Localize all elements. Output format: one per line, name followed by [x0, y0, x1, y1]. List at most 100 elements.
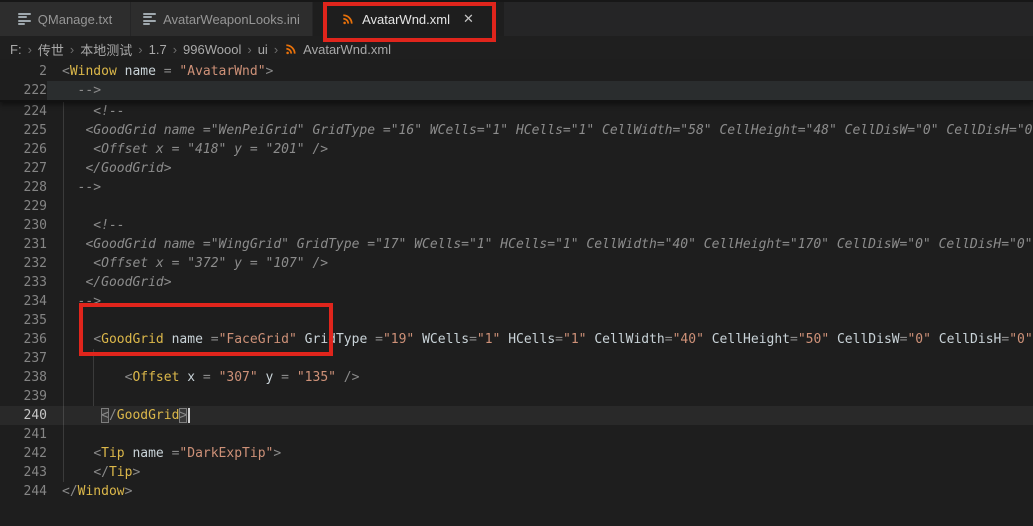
code-token: HCells — [508, 332, 555, 347]
comment-text: <Offset x = "418" y = "201" /> — [62, 142, 328, 157]
comment-text: --> — [62, 83, 101, 98]
line-number: 235 — [0, 311, 47, 330]
code-editor[interactable]: 2<Window name = "AvatarWnd">222 --> 224 … — [0, 62, 1033, 501]
tab-qmanage-txt[interactable]: QManage.txt — [0, 2, 131, 36]
code-token — [62, 465, 93, 480]
breadcrumb-item[interactable]: F: — [10, 42, 22, 57]
code-line-235: 235 — [0, 311, 1033, 330]
line-content[interactable]: --> — [47, 178, 1033, 197]
code-token: = — [367, 332, 383, 347]
breadcrumb-item[interactable]: 996Woool — [183, 42, 241, 57]
code-token: > — [132, 465, 140, 480]
line-number: 236 — [0, 330, 47, 349]
line-content[interactable]: <!-- — [47, 216, 1033, 235]
text-file-icon — [143, 13, 156, 25]
comment-text: <!-- — [62, 218, 125, 233]
code-token: "0" — [1009, 332, 1032, 347]
line-content[interactable]: <GoodGrid name ="WingGrid" GridType ="17… — [47, 235, 1033, 254]
chevron-right-icon: › — [27, 42, 33, 57]
code-token — [258, 370, 266, 385]
code-line-232: 232 <Offset x = "372" y = "107" /> — [0, 254, 1033, 273]
code-token: / — [109, 408, 117, 423]
line-content[interactable]: <Tip name ="DarkExpTip"> — [47, 444, 1033, 463]
breadcrumb-item-label: 本地测试 — [80, 43, 132, 58]
line-number: 237 — [0, 349, 47, 368]
breadcrumb-item[interactable]: 本地测试 — [80, 40, 132, 59]
line-content[interactable] — [47, 311, 1033, 330]
code-token — [931, 332, 939, 347]
code-line-231: 231 <GoodGrid name ="WingGrid" GridType … — [0, 235, 1033, 254]
breadcrumb: F:›传世›本地测试›1.7›996Woool›ui›AvatarWnd.xml — [0, 36, 1033, 62]
bracket-match: > — [179, 408, 187, 423]
code-token — [414, 332, 422, 347]
code-line-239: 239 — [0, 387, 1033, 406]
code-token — [704, 332, 712, 347]
line-number: 231 — [0, 235, 47, 254]
close-icon[interactable]: ✕ — [461, 11, 476, 27]
code-token: "19" — [383, 332, 414, 347]
line-number: 232 — [0, 254, 47, 273]
code-token: "135" — [297, 370, 336, 385]
text-cursor — [188, 408, 190, 423]
line-content[interactable] — [47, 425, 1033, 444]
code-line-222: 222 --> — [0, 81, 1033, 100]
code-token: "DarkExpTip" — [179, 446, 273, 461]
comment-text: --> — [62, 294, 101, 309]
code-token: </ — [62, 484, 78, 499]
line-content[interactable] — [47, 387, 1033, 406]
code-line-227: 227 </GoodGrid> — [0, 159, 1033, 178]
line-content[interactable]: <GoodGrid name ="WenPeiGrid" GridType ="… — [47, 121, 1033, 140]
tab-avatarwnd-xml[interactable]: AvatarWnd.xml✕ — [313, 2, 505, 36]
tab-label: QManage.txt — [38, 12, 112, 27]
code-token: "0" — [907, 332, 930, 347]
line-content[interactable]: <Offset x = "372" y = "107" /> — [47, 254, 1033, 273]
tab-label: AvatarWeaponLooks.ini — [163, 12, 300, 27]
line-content[interactable]: </Tip> — [47, 463, 1033, 482]
tab-avatarweaponlooks-ini[interactable]: AvatarWeaponLooks.ini — [131, 2, 313, 36]
code-token: = — [665, 332, 673, 347]
chevron-right-icon: › — [246, 42, 252, 57]
code-line-237: 237 — [0, 349, 1033, 368]
code-token: "307" — [219, 370, 258, 385]
line-number: 225 — [0, 121, 47, 140]
line-number: 243 — [0, 463, 47, 482]
line-number: 224 — [0, 102, 47, 121]
line-content[interactable]: </GoodGrid> — [47, 406, 1033, 425]
line-content[interactable]: <Window name = "AvatarWnd"> — [47, 62, 1033, 81]
line-content[interactable]: <!-- — [47, 102, 1033, 121]
comment-text: <GoodGrid name ="WenPeiGrid" GridType ="… — [62, 123, 1033, 138]
line-content[interactable]: <GoodGrid name ="FaceGrid" GridType ="19… — [47, 330, 1033, 349]
comment-text: <Offset x = "372" y = "107" /> — [62, 256, 328, 271]
comment-text: </GoodGrid> — [62, 161, 172, 176]
line-content[interactable] — [47, 197, 1033, 216]
code-token: Window — [78, 484, 125, 499]
line-number: 227 — [0, 159, 47, 178]
breadcrumb-item[interactable]: 传世 — [38, 40, 64, 59]
code-token: Tip — [109, 465, 132, 480]
chevron-right-icon: › — [273, 42, 279, 57]
line-content[interactable]: --> — [47, 81, 1033, 100]
line-number: 229 — [0, 197, 47, 216]
bracket-match: < — [101, 408, 109, 423]
line-content[interactable]: <Offset x = "418" y = "201" /> — [47, 140, 1033, 159]
code-token — [117, 64, 125, 79]
breadcrumb-item[interactable]: ui — [258, 42, 268, 57]
code-token: = — [203, 332, 219, 347]
line-number: 233 — [0, 273, 47, 292]
code-token: x — [187, 370, 195, 385]
code-token: "40" — [673, 332, 704, 347]
breadcrumb-item[interactable]: AvatarWnd.xml — [284, 42, 391, 57]
tab-bar: QManage.txt AvatarWeaponLooks.ini AvatarWn… — [0, 0, 1033, 36]
chevron-right-icon: › — [69, 42, 75, 57]
breadcrumb-item-label: F: — [10, 42, 22, 57]
breadcrumb-item[interactable]: 1.7 — [149, 42, 167, 57]
line-number: 238 — [0, 368, 47, 387]
line-number: 234 — [0, 292, 47, 311]
line-content[interactable]: </GoodGrid> — [47, 273, 1033, 292]
line-content[interactable]: --> — [47, 292, 1033, 311]
line-content[interactable] — [47, 349, 1033, 368]
line-content[interactable]: <Offset x = "307" y = "135" /> — [47, 368, 1033, 387]
code-token: WCells — [422, 332, 469, 347]
line-content[interactable]: </Window> — [47, 482, 1033, 501]
line-content[interactable]: </GoodGrid> — [47, 159, 1033, 178]
